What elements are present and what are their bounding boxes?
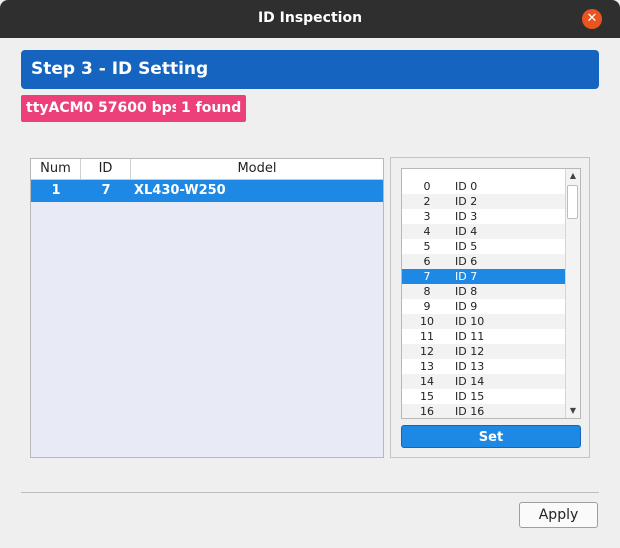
window-title: ID Inspection [257,10,363,26]
id-list-item[interactable]: 6 ID 6 [402,254,566,269]
id-list-scrollbar[interactable]: ▲ ▼ [565,169,580,418]
cell-num: 1 [51,183,61,198]
id-list-item-number: 8 [423,285,431,298]
id-list-item[interactable]: 3 ID 3 [402,209,566,224]
id-list-item-label: ID 10 [455,315,485,328]
id-list-item[interactable]: 7 ID 7 [402,269,566,284]
id-list-item-label: ID 0 [455,180,478,193]
id-list-item-number: 6 [423,255,431,268]
found-count-badge: 1 found [176,95,247,122]
baudrate-badge: 57600 bps [93,95,185,122]
id-list-item[interactable]: 2 ID 2 [402,194,566,209]
id-list-item-label: ID 7 [455,270,478,283]
id-list-items: 0 ID 0 2 ID 2 3 ID 3 4 ID 4 5 ID 5 6 ID 6 7 ID 7 8 ID 8… [402,179,566,418]
column-header-model[interactable]: Model [131,159,383,179]
id-list-item-number: 0 [423,180,431,193]
id-list-item[interactable]: 13 ID 13 [402,359,566,374]
arrow-up-icon[interactable]: ▲ [566,169,580,183]
id-list-item[interactable]: 14 ID 14 [402,374,566,389]
close-icon[interactable]: ✕ [582,9,602,29]
id-list-item-label: ID 14 [455,375,485,388]
id-list-item-label: ID 4 [455,225,478,238]
cell-id: 7 [101,183,111,198]
id-list-item-number: 11 [420,330,434,343]
scroll-thumb[interactable] [567,185,578,219]
id-list-item-number: 10 [420,315,434,328]
id-list-item-label: ID 13 [455,360,485,373]
id-list-item-label: ID 12 [455,345,485,358]
id-list-item[interactable]: 5 ID 5 [402,239,566,254]
column-header-num[interactable]: Num [31,159,81,179]
cell-model: XL430-W250 [134,183,226,198]
title-bar: ID Inspection ✕ [0,0,620,38]
set-button[interactable]: Set [401,425,581,448]
column-header-id[interactable]: ID [81,159,131,179]
id-list-item-label: ID 2 [455,195,478,208]
table-row[interactable]: 1 7 XL430-W250 [31,180,383,202]
id-list-item[interactable]: 15 ID 15 [402,389,566,404]
id-list-item[interactable]: 0 ID 0 [402,179,566,194]
id-list-item-label: ID 15 [455,390,485,403]
found-devices-table: Num ID Model 1 7 XL430-W250 [30,158,384,458]
id-list-item-number: 13 [420,360,434,373]
id-list-item-label: ID 11 [455,330,485,343]
step-title: Step 3 - ID Setting [21,50,599,89]
id-list-item-label: ID 6 [455,255,478,268]
apply-button[interactable]: Apply [519,502,598,528]
id-list-item-number: 3 [423,210,431,223]
id-list-item[interactable]: 10 ID 10 [402,314,566,329]
id-list[interactable]: 0 ID 0 2 ID 2 3 ID 3 4 ID 4 5 ID 5 6 ID 6 7 ID 7 8 ID 8… [401,168,581,419]
divider [21,492,599,493]
id-list-item-label: ID 3 [455,210,478,223]
id-inspection-window: ID Inspection ✕ Step 3 - ID Setting ttyA… [0,0,620,548]
id-list-item-number: 4 [423,225,431,238]
id-list-item-label: ID 8 [455,285,478,298]
port-badge: ttyACM0 [21,95,99,122]
id-list-item[interactable]: 11 ID 11 [402,329,566,344]
id-list-item[interactable]: 12 ID 12 [402,344,566,359]
id-list-item-number: 5 [423,240,431,253]
id-list-item-number: 12 [420,345,434,358]
id-list-item-number: 2 [423,195,431,208]
id-list-item-label: ID 9 [455,300,478,313]
table-header: Num ID Model [31,159,383,180]
id-list-item[interactable]: 8 ID 8 [402,284,566,299]
id-list-item-number: 14 [420,375,434,388]
arrow-down-icon[interactable]: ▼ [566,404,580,418]
id-list-item[interactable]: 9 ID 9 [402,299,566,314]
id-list-item-number: 15 [420,390,434,403]
id-list-item[interactable]: 16 ID 16 [402,404,566,418]
id-list-item-label: ID 16 [455,405,485,418]
id-list-item-number: 9 [423,300,431,313]
id-setting-panel: 0 ID 0 2 ID 2 3 ID 3 4 ID 4 5 ID 5 6 ID 6 7 ID 7 8 ID 8… [390,157,590,458]
id-list-item-label: ID 5 [455,240,478,253]
id-list-item[interactable]: 4 ID 4 [402,224,566,239]
id-list-item-number: 16 [420,405,434,418]
id-list-item-number: 7 [423,270,431,283]
